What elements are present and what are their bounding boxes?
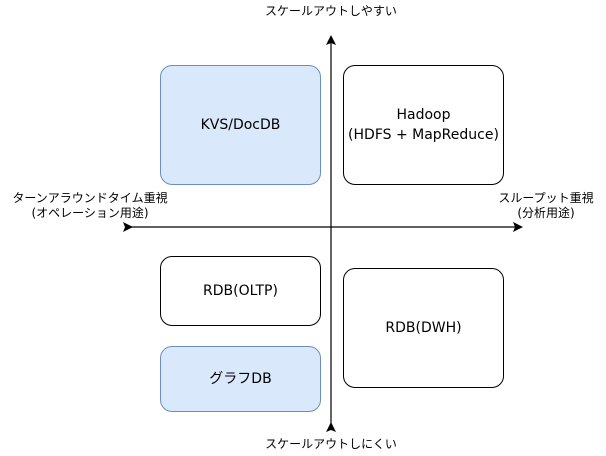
box-hadoop: Hadoop (HDFS + MapReduce) [343, 65, 504, 185]
axis-label-right-line1: スループット重視 [498, 191, 594, 205]
box-kvs-docdb-label: KVS/DocDB [200, 117, 281, 133]
box-hadoop-line1: Hadoop [396, 107, 451, 123]
axis-label-left-line2: (オペレーション用途) [31, 206, 149, 220]
box-rdb-dwh: RDB(DWH) [343, 268, 504, 388]
quadrant-diagram: スケールアウトしやすい スケールアウトしにくい ターンアラウンドタイム重視 (オ… [0, 0, 606, 456]
box-rdb-oltp: RDB(OLTP) [160, 256, 321, 326]
axis-label-left-line1: ターンアラウンドタイム重視 [12, 191, 168, 205]
box-graph-db-label: グラフDB [209, 371, 272, 387]
axis-label-right-line2: (分析用途) [517, 206, 575, 220]
axis-label-top: スケールアウトしやすい [265, 4, 397, 18]
axis-label-left: ターンアラウンドタイム重視 (オペレーション用途) [2, 191, 178, 221]
box-rdb-dwh-label: RDB(DWH) [385, 320, 462, 336]
axis-label-right: スループット重視 (分析用途) [488, 191, 604, 221]
box-rdb-oltp-label: RDB(OLTP) [203, 283, 278, 299]
box-hadoop-line2: (HDFS + MapReduce) [348, 127, 499, 143]
box-graph-db: グラフDB [160, 346, 321, 412]
box-kvs-docdb: KVS/DocDB [160, 65, 321, 185]
axis-label-bottom: スケールアウトしにくい [265, 437, 397, 451]
